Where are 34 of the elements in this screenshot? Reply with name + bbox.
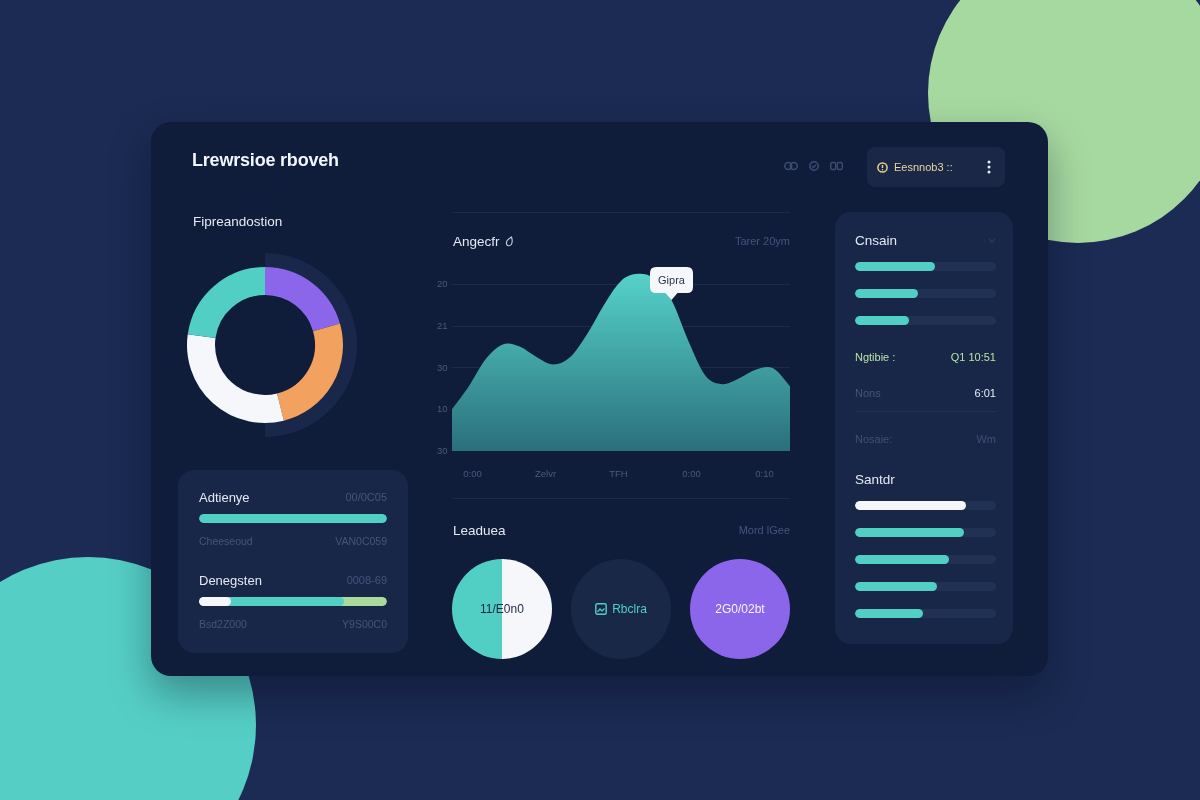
squares-icon[interactable] [830, 161, 843, 171]
alert-icon [877, 161, 888, 173]
dashboard-title: Lrewrsioe rboveh [192, 149, 339, 172]
axis-label: 0:00 [463, 468, 482, 479]
status-button[interactable]: Eesnnob3 :: [877, 161, 953, 173]
section-title: Fipreandostion [193, 213, 283, 230]
stat-label: Ngtibie : [855, 351, 896, 363]
chart-title: Angecfr [453, 232, 500, 250]
metric-label: Denegsten [199, 572, 262, 589]
axis-label: 10 [437, 404, 448, 415]
link-icon[interactable] [784, 161, 798, 171]
axis-label: 21 [437, 320, 448, 331]
circle-label: Rbclra [612, 601, 647, 617]
chart-tooltip: Gipra [650, 266, 694, 301]
axis-label: 30 [437, 446, 448, 456]
section-title: Santdr [855, 471, 896, 488]
axis-label: 0:00 [682, 468, 701, 479]
chart-subtitle: Tarer 20ym [734, 233, 790, 249]
stat-value: 6:01 [974, 387, 996, 399]
stat-value: Q1 10:51 [950, 351, 996, 363]
kebab-icon [987, 160, 991, 174]
drop-icon [504, 235, 514, 247]
metric-label: Adtienye [199, 489, 250, 506]
axis-label: 0:10 [755, 468, 774, 479]
check-circle-icon[interactable] [809, 161, 819, 171]
circle-label: 2G0/02bt [715, 601, 765, 617]
section-title: Cnsain [855, 232, 898, 249]
axis-label: Zelvr [534, 468, 557, 479]
axis-label: 20 [437, 279, 448, 289]
axis-label: TFH [609, 468, 628, 479]
chart-icon [595, 603, 608, 615]
section-title: Leaduea [453, 521, 506, 539]
more-button[interactable] [987, 160, 991, 174]
axis-label: 30 [437, 362, 448, 373]
